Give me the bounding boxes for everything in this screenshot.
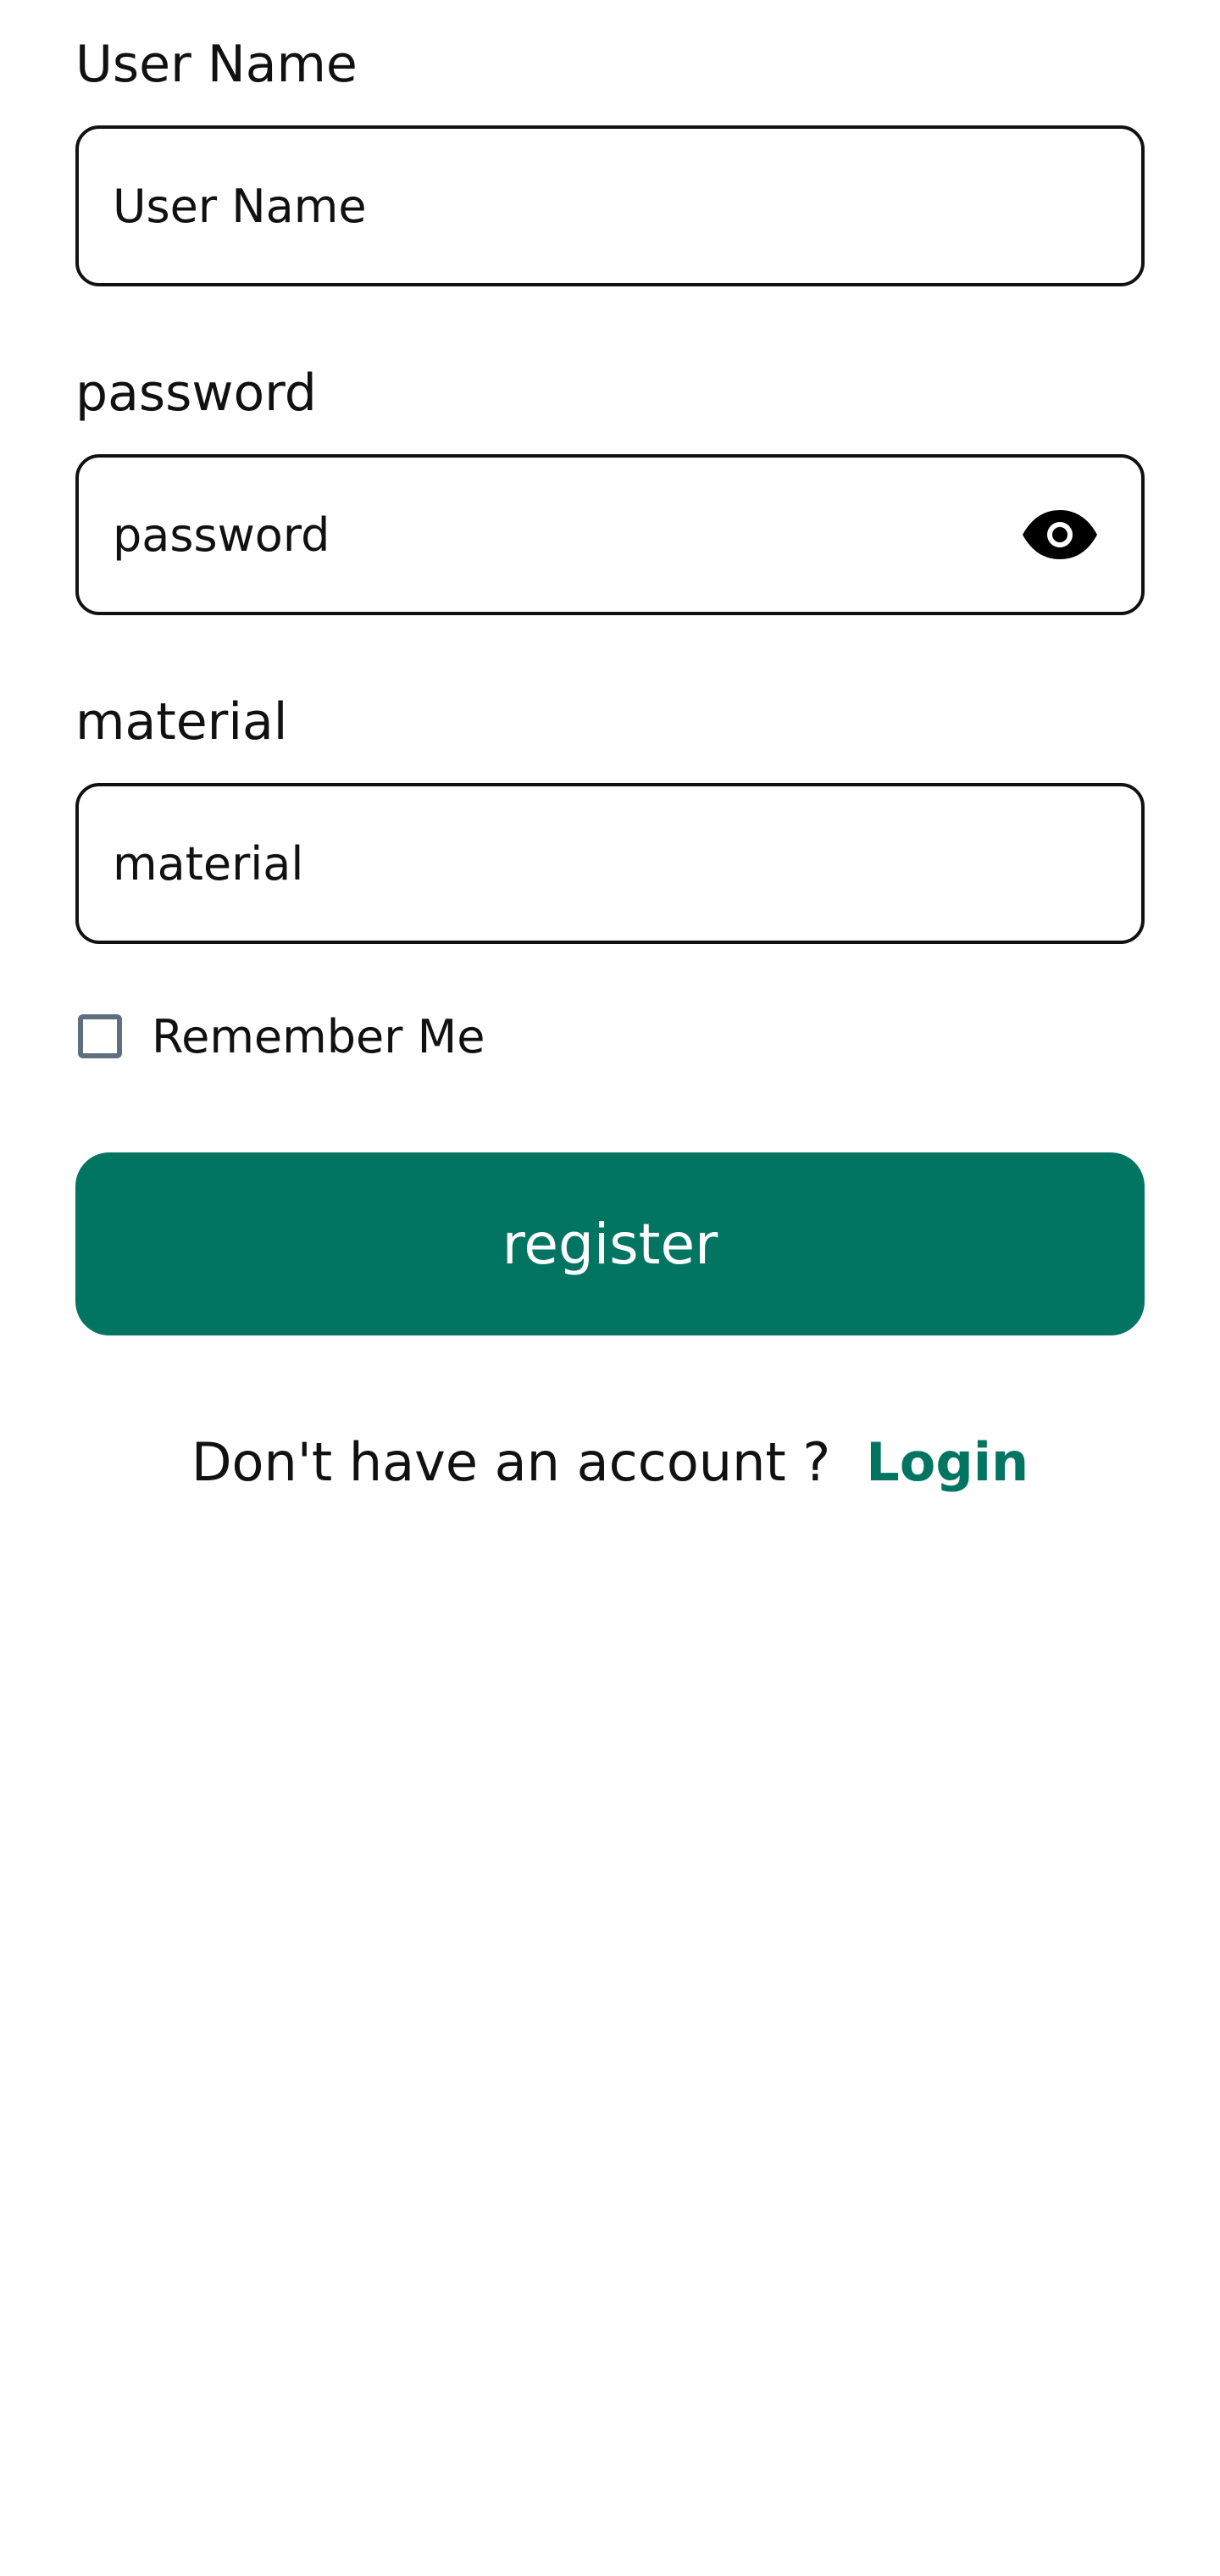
no-account-text: Don't have an account ? bbox=[191, 1430, 831, 1493]
username-input[interactable] bbox=[113, 168, 994, 244]
material-field[interactable] bbox=[75, 783, 1145, 944]
password-field[interactable] bbox=[75, 454, 1145, 615]
password-label: password bbox=[75, 364, 317, 423]
remember-me-checkbox[interactable] bbox=[78, 1014, 122, 1058]
username-label: User Name bbox=[75, 35, 358, 94]
eye-icon bbox=[1023, 510, 1097, 559]
material-input[interactable] bbox=[113, 825, 994, 902]
username-field[interactable] bbox=[75, 125, 1145, 286]
login-link[interactable]: Login bbox=[866, 1431, 1029, 1493]
remember-me-label: Remember Me bbox=[152, 1009, 485, 1063]
remember-me-row[interactable]: Remember Me bbox=[75, 1006, 485, 1067]
password-visibility-toggle[interactable] bbox=[1019, 504, 1101, 565]
login-prompt: Don't have an account ? Login bbox=[75, 1428, 1145, 1496]
register-button[interactable]: register bbox=[75, 1152, 1145, 1335]
material-label: material bbox=[75, 692, 288, 752]
password-input[interactable] bbox=[113, 497, 994, 573]
